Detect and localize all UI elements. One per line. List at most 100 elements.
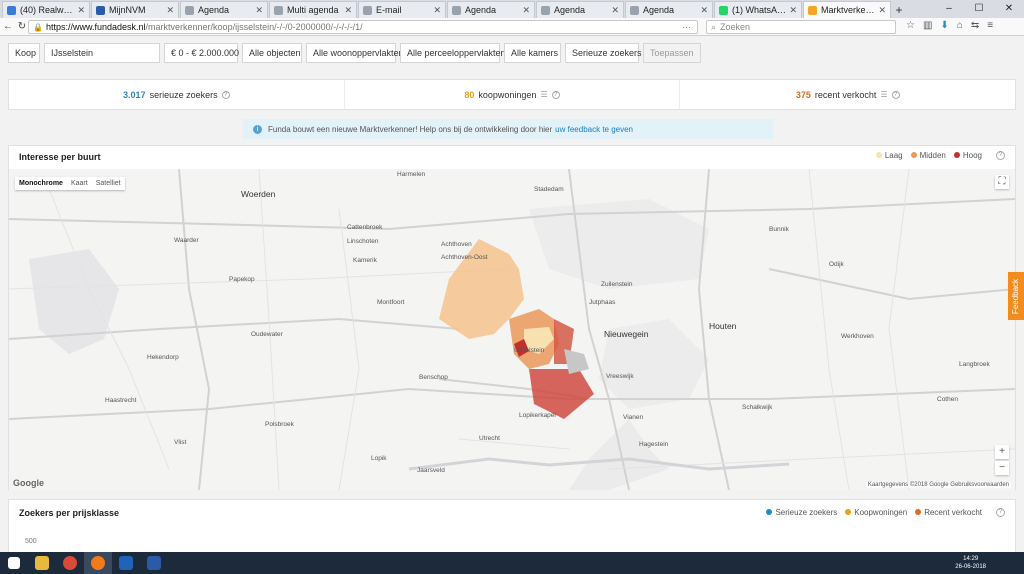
close-tab-icon[interactable]: ✕ bbox=[611, 5, 619, 16]
page-actions-icon[interactable]: ··· bbox=[682, 22, 691, 32]
browser-tab[interactable]: (1) WhatsApp ✕ bbox=[714, 1, 802, 18]
feedback-notice: i Funda bouwt een nieuwe Marktverkenner!… bbox=[243, 119, 773, 139]
rooms-dropdown[interactable]: Alle kamers ▼ bbox=[504, 43, 571, 63]
interest-legend: Laag Midden Hoog? bbox=[875, 151, 1005, 160]
outlook-icon[interactable] bbox=[112, 552, 140, 574]
objects-dropdown[interactable]: Alle objecten ▼ bbox=[242, 43, 313, 63]
close-tab-icon[interactable]: ✕ bbox=[433, 5, 441, 16]
word-icon[interactable] bbox=[140, 552, 168, 574]
windows-start-button[interactable] bbox=[0, 552, 28, 574]
browser-tab[interactable]: Agenda ✕ bbox=[447, 1, 535, 18]
map-place-label: Achthoven-Oost bbox=[441, 254, 488, 261]
zoom-in-button[interactable]: + bbox=[995, 445, 1009, 459]
map-place-label: Lopik bbox=[371, 455, 387, 462]
tab-favicon-icon bbox=[630, 5, 639, 15]
reload-icon[interactable]: ↻ bbox=[16, 21, 28, 32]
info-icon[interactable]: ? bbox=[891, 90, 900, 99]
interest-panel: Interesse per buurt Laag Midden Hoog? Mo… bbox=[8, 145, 1016, 490]
browser-tab[interactable]: Agenda ✕ bbox=[625, 1, 713, 18]
browser-tab[interactable]: Agenda ✕ bbox=[536, 1, 624, 18]
rooms-value: Alle kamers bbox=[511, 48, 559, 58]
browser-tab[interactable]: Agenda ✕ bbox=[180, 1, 268, 18]
type-select[interactable]: Koop bbox=[8, 43, 40, 63]
legend-dot bbox=[910, 152, 917, 158]
map-place-label: Waarder bbox=[174, 237, 199, 244]
info-icon: i bbox=[253, 124, 262, 134]
map-type-option[interactable]: Monochrome bbox=[15, 177, 67, 190]
price-filter[interactable]: € 0 - € 2.000.000 ✕ bbox=[164, 43, 253, 63]
help-icon[interactable]: ? bbox=[996, 151, 1005, 160]
zoom-out-button[interactable]: − bbox=[995, 461, 1009, 475]
map[interactable]: Monochrome Kaart Satelliet ⛶ + − Google Ka… bbox=[9, 169, 1015, 490]
search-input[interactable]: ⌕ Zoeken bbox=[706, 20, 896, 34]
file-explorer-icon[interactable] bbox=[28, 552, 56, 574]
urban-area bbox=[29, 249, 119, 354]
home-icon[interactable]: ⌂ bbox=[957, 20, 963, 31]
map-place-label: Stadedam bbox=[534, 186, 564, 193]
browser-tab[interactable]: Marktverkenner [fu...✕ bbox=[803, 1, 891, 18]
firefox-icon[interactable] bbox=[84, 552, 112, 574]
info-icon[interactable]: ? bbox=[221, 90, 230, 99]
tab-favicon-icon bbox=[96, 5, 105, 15]
seekers-filter[interactable]: Serieuze zoekers ✕ bbox=[565, 43, 655, 63]
living-area-dropdown[interactable]: Alle woonoppervlakten ▼ bbox=[306, 43, 417, 63]
sync-icon[interactable]: ⇆ bbox=[971, 20, 979, 31]
minimize-button[interactable]: – bbox=[934, 0, 964, 18]
map-place-label: Vreeswijk bbox=[606, 373, 634, 380]
legend-label: Koopwoningen bbox=[854, 508, 908, 517]
legend-item: Laag bbox=[875, 151, 903, 160]
stat-number: 375 bbox=[795, 89, 811, 100]
chrome-icon[interactable] bbox=[56, 552, 84, 574]
map-place-label: Achthoven bbox=[441, 241, 472, 248]
list-icon[interactable]: ☰ bbox=[540, 90, 547, 99]
plot-area-value: Alle perceeloppervlakten bbox=[407, 48, 506, 58]
type-value: Koop bbox=[15, 48, 37, 58]
feedback-link[interactable]: uw feedback te geven bbox=[555, 125, 633, 134]
close-tab-icon[interactable]: ✕ bbox=[522, 5, 530, 16]
map-place-label: Oudewater bbox=[251, 331, 283, 338]
plot-area-dropdown[interactable]: Alle perceeloppervlakten ▼ bbox=[400, 43, 519, 63]
info-icon[interactable]: ? bbox=[551, 90, 560, 99]
address-bar[interactable]: 🔒 https://www.fundadesk.nl /marktverkenn… bbox=[28, 20, 698, 34]
map-type-option[interactable]: Satelliet bbox=[92, 177, 125, 190]
back-icon[interactable]: ← bbox=[2, 21, 14, 32]
list-icon[interactable]: ☰ bbox=[880, 90, 887, 99]
close-tab-icon[interactable]: ✕ bbox=[878, 5, 886, 16]
map-place-label: Odijk bbox=[829, 261, 844, 268]
bookmark-star-icon[interactable]: ☆ bbox=[906, 20, 915, 31]
menu-icon[interactable]: ≡ bbox=[987, 20, 993, 31]
browser-tab[interactable]: MijnNVM ✕ bbox=[91, 1, 179, 18]
close-tab-icon[interactable]: ✕ bbox=[255, 5, 263, 16]
map-type-control: Monochrome Kaart Satelliet bbox=[15, 177, 125, 190]
map-place-label: Nieuwegein bbox=[604, 329, 649, 339]
apply-button[interactable]: Toepassen bbox=[643, 43, 701, 63]
new-tab-button[interactable]: + bbox=[892, 1, 906, 18]
help-icon[interactable]: ? bbox=[996, 508, 1005, 517]
legend-item: Serieuze zoekers bbox=[766, 508, 837, 517]
close-tab-icon[interactable]: ✕ bbox=[789, 5, 797, 16]
fullscreen-icon[interactable]: ⛶ bbox=[995, 175, 1009, 189]
map-attribution[interactable]: Kaartgegevens ©2018 Google Gebruiksvoorw… bbox=[865, 482, 1011, 488]
tab-label: Agenda bbox=[643, 5, 675, 15]
legend-item: Recent verkocht bbox=[915, 508, 982, 517]
close-tab-icon[interactable]: ✕ bbox=[344, 5, 352, 16]
browser-tab[interactable]: (40) Realworks✕ bbox=[2, 1, 90, 18]
downloads-icon[interactable]: ⬇ bbox=[940, 20, 948, 31]
map-type-option[interactable]: Kaart bbox=[67, 177, 92, 190]
panel-title: Interesse per buurt bbox=[19, 152, 101, 162]
close-tab-icon[interactable]: ✕ bbox=[166, 5, 174, 16]
close-tab-icon[interactable]: ✕ bbox=[700, 5, 708, 16]
feedback-tab[interactable]: Feedback bbox=[1008, 272, 1024, 320]
map-place-label: Haastrecht bbox=[105, 397, 137, 404]
browser-tab[interactable]: Multi agenda ✕ bbox=[269, 1, 357, 18]
browser-tab[interactable]: E-mail ✕ bbox=[358, 1, 446, 18]
close-window-button[interactable]: ✕ bbox=[994, 0, 1024, 18]
legend-label: Laag bbox=[884, 151, 903, 160]
map-place-label: Kamerik bbox=[353, 257, 377, 264]
maximize-button[interactable]: ☐ bbox=[964, 0, 994, 18]
close-tab-icon[interactable]: ✕ bbox=[77, 5, 85, 16]
library-icon[interactable]: ▥ bbox=[923, 20, 932, 31]
location-input[interactable]: IJsselstein bbox=[44, 43, 160, 63]
legend-label: Serieuze zoekers bbox=[775, 508, 838, 517]
system-clock[interactable]: 14:29 26-06-2018 bbox=[955, 555, 986, 571]
